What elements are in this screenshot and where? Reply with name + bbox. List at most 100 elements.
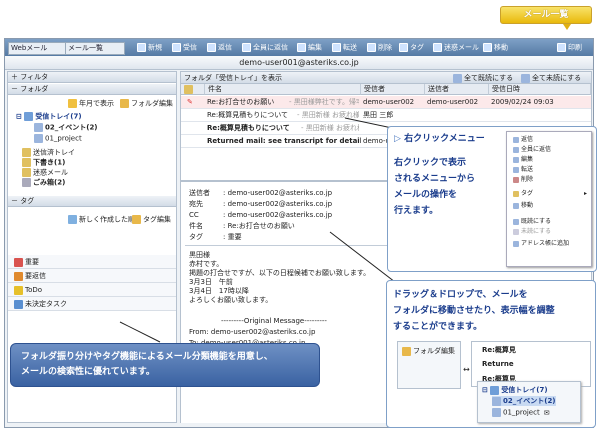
move-button[interactable]: 移動 — [483, 43, 508, 53]
folder-inbox[interactable]: ⊟ 受信トレイ(7) — [16, 112, 82, 122]
right-click-description: 右クリックで表示 されるメニューから メールの操作を 行えます。 — [394, 158, 476, 216]
folder-drafts[interactable]: 下書き(1) — [22, 158, 65, 168]
folder-section[interactable]: － フォルダ — [8, 84, 176, 95]
detail-subject: 件名: Re:お打合せのお願い — [189, 222, 295, 230]
dnd-folder-events[interactable]: 02_イベント(2) — [492, 396, 556, 406]
spam-button[interactable]: 迷惑メール — [433, 43, 479, 53]
detail-tag: タグ: 重要 — [189, 233, 242, 241]
drag-drop-callout: ドラッグ＆ドロップで、メールを フォルダに移動させたり、表示幅を調整 することが… — [386, 280, 596, 428]
delete-button[interactable]: 削除 — [367, 43, 392, 53]
menu-tag[interactable]: タグ ▸ — [513, 190, 587, 198]
tag-todo[interactable]: ToDo — [8, 283, 176, 297]
menu-delete[interactable]: 削除 — [513, 176, 533, 184]
dnd-folder-project[interactable]: 01_project ✉ — [492, 408, 550, 417]
column-icons[interactable] — [181, 84, 205, 95]
forward-button[interactable]: 転送 — [332, 43, 357, 53]
tag-icon — [14, 285, 23, 295]
page-banner: メール一覧 — [500, 6, 592, 30]
column-recipient[interactable]: 受信者 — [361, 84, 425, 95]
folder-tag-callout: フォルダ振り分けやタグ機能によるメール分類機能を用意し、 メールの検索性に優れて… — [10, 343, 320, 387]
breadcrumb-mail-list[interactable]: メール一覧 — [65, 42, 125, 55]
mark-all-read-button[interactable]: 全て既読にする — [453, 72, 513, 84]
toolbar: Webメール メール一覧 新規 受信 返信 全員に返信 編集 転送 削除 タグ … — [5, 39, 593, 56]
dnd-mail-row[interactable]: Returne — [482, 360, 514, 368]
new-button[interactable]: 新規 — [137, 43, 162, 53]
column-subject[interactable]: 件名 — [205, 84, 361, 95]
mail-icon — [453, 73, 462, 83]
menu-add-to-addressbook[interactable]: アドレス帳に追加 — [513, 240, 569, 248]
body-line: ---------Original Message--------- — [221, 317, 327, 325]
folder-edit-link[interactable]: フォルダ編集 — [120, 99, 173, 109]
sort-icon — [68, 215, 77, 224]
tag-button[interactable]: タグ — [399, 43, 424, 53]
calendar-icon — [68, 99, 77, 108]
edit-button[interactable]: 編集 — [297, 43, 322, 53]
trash-icon — [22, 178, 31, 187]
sent-icon — [22, 148, 31, 157]
tag-important[interactable]: 重要 — [8, 255, 176, 269]
detail-to: 宛先: demo-user002@asteriks.co.jp — [189, 200, 333, 208]
reply-icon — [207, 43, 216, 52]
sort-by-year-link[interactable]: 年月で表示 — [68, 99, 114, 109]
folder-icon — [120, 99, 129, 108]
mail-row[interactable]: ✎ Re:お打合せのお願い - 黒田様弊社です。帰宅... demo-user0… — [181, 96, 591, 109]
spam-icon — [433, 43, 442, 52]
tag-icon — [14, 271, 23, 281]
dnd-folder-inbox[interactable]: ⊟ 受信トレイ(7) — [482, 385, 548, 395]
dnd-folder-pane: フォルダ編集 — [397, 341, 461, 389]
folder-spam[interactable]: 迷惑メール — [22, 168, 68, 178]
receive-icon — [172, 43, 181, 52]
menu-reply[interactable]: 返信 — [513, 136, 533, 144]
account-address: demo-user001@asteriks.co.jp — [5, 56, 593, 70]
new-icon — [137, 43, 146, 52]
tag-icon — [14, 299, 23, 309]
mail-icon — [513, 228, 519, 235]
tag-icon — [399, 43, 408, 52]
move-icon — [483, 43, 492, 52]
tag-section[interactable]: － タグ — [8, 196, 176, 207]
addressbook-icon — [513, 240, 519, 247]
folder-trash[interactable]: ごみ箱(2) — [22, 178, 65, 188]
receive-button[interactable]: 受信 — [172, 43, 197, 53]
menu-reply-all[interactable]: 全員に返信 — [513, 146, 551, 154]
mail-icon — [521, 73, 530, 83]
context-menu: 返信 全員に返信 編集 転送 削除 タグ ▸ 移動 既読にする 未読にする アドレ… — [506, 131, 592, 267]
filter-section[interactable]: ＋ フィルタ — [8, 72, 176, 83]
tag-edit-link[interactable]: タグ編集 — [132, 215, 171, 225]
mark-all-unread-button[interactable]: 全て未読にする — [521, 72, 581, 84]
inbox-icon — [24, 112, 34, 121]
forward-icon — [513, 166, 519, 173]
breadcrumb-webmail[interactable]: Webメール — [8, 42, 68, 55]
delete-icon — [513, 176, 519, 183]
menu-mark-unread[interactable]: 未読にする — [513, 228, 551, 236]
print-button[interactable]: 印刷 — [557, 43, 582, 53]
dnd-folder-edit[interactable]: フォルダ編集 — [402, 346, 455, 356]
folder-header: フォルダ「受信トレイ」を表示 全て既読にする 全て未読にする — [181, 72, 591, 84]
sort-newest-link[interactable]: 新しく作成した順 — [68, 215, 135, 225]
folder-icon — [402, 346, 411, 356]
folder-sent[interactable]: 送信済トレイ — [22, 148, 75, 158]
tag-pending-task[interactable]: 未決定タスク — [8, 297, 176, 311]
folder-project[interactable]: 01_project — [34, 134, 82, 144]
detail-from: 送信者: demo-user002@asteriks.co.jp — [189, 189, 333, 197]
column-date[interactable]: 受信日時 — [489, 84, 591, 95]
mail-row[interactable]: Re:概算見積もりについて - 黒田新様 お疲れ様です 黒田 三郎 — [181, 109, 591, 122]
dnd-mail-row[interactable]: Re:概算見 — [482, 345, 516, 355]
menu-forward[interactable]: 転送 — [513, 166, 533, 174]
resize-arrow-icon[interactable]: ↔ — [463, 365, 470, 374]
reply-button[interactable]: 返信 — [207, 43, 232, 53]
column-sender[interactable]: 送信者 — [425, 84, 489, 95]
flag-icon: ✎ — [187, 98, 193, 106]
tag-reply-needed[interactable]: 要返信 — [8, 269, 176, 283]
reply-all-button[interactable]: 全員に返信 — [242, 43, 288, 53]
folder-events[interactable]: 02_イベント(2) — [34, 123, 98, 133]
body-line: よろしくお願い致します。 — [189, 296, 273, 304]
menu-edit[interactable]: 編集 — [513, 156, 533, 164]
menu-mark-read[interactable]: 既読にする — [513, 218, 551, 226]
right-click-callout: ▷ 右クリックメニュー 右クリックで表示 されるメニューから メールの操作を 行… — [387, 126, 597, 272]
body-line: From: demo-user002@asteriks.co.jp — [189, 328, 316, 336]
menu-move[interactable]: 移動 — [513, 202, 533, 210]
tag-icon — [14, 257, 23, 267]
edit-icon — [513, 156, 519, 163]
draft-icon — [22, 158, 31, 167]
